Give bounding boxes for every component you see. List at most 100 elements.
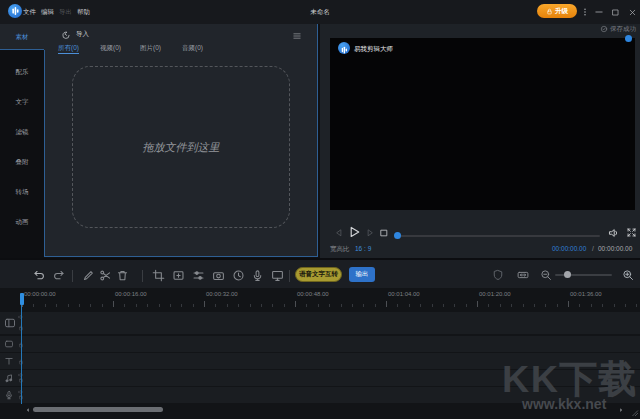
- duration-button[interactable]: [232, 269, 245, 282]
- playhead-line: [21, 305, 22, 404]
- ruler-tick: [68, 304, 69, 307]
- ruler-tick: [568, 301, 569, 307]
- import-button[interactable]: 导入: [76, 28, 89, 40]
- dropzone[interactable]: 拖放文件到这里: [72, 66, 290, 228]
- edit-button[interactable]: [82, 269, 95, 282]
- media-tab-1[interactable]: 所有(0): [58, 43, 79, 54]
- ruler-tick: [409, 304, 410, 307]
- resize-grip-icon[interactable]: [629, 407, 639, 417]
- redo-button[interactable]: [52, 269, 65, 282]
- record-screen-button[interactable]: [271, 269, 284, 282]
- undo-button[interactable]: [33, 269, 46, 282]
- shield-button[interactable]: [492, 269, 504, 281]
- zoom-button[interactable]: [172, 269, 185, 282]
- timeline: 00:00:00.0000:00:16.0000:00:32.0000:00:4…: [0, 288, 640, 419]
- ruler-tick: [545, 304, 546, 307]
- ruler-tick: [443, 304, 444, 307]
- ruler-tick: [90, 304, 91, 307]
- preview-logo-icon: [338, 42, 350, 54]
- seek-handle[interactable]: [394, 232, 401, 239]
- next-frame-icon[interactable]: [365, 228, 375, 238]
- media-tab-4[interactable]: 音频(0): [182, 43, 203, 54]
- minimize-icon[interactable]: [593, 0, 605, 24]
- upgrade-button[interactable]: 升级: [537, 4, 577, 18]
- seek-bar[interactable]: [395, 235, 600, 237]
- fullscreen-icon[interactable]: [626, 227, 637, 238]
- crop-button[interactable]: [152, 269, 165, 282]
- zoom-in-button[interactable]: [622, 269, 634, 281]
- close-icon[interactable]: [626, 0, 638, 24]
- sidebar-item-6[interactable]: 转场: [0, 187, 44, 196]
- ruler-tick: [397, 304, 398, 307]
- ruler-tick: [147, 304, 148, 307]
- speech-text-button[interactable]: 语音文字互转: [295, 267, 342, 282]
- resize-handle-dot[interactable]: [625, 35, 632, 42]
- ruler-label: 00:01:36.00: [570, 291, 602, 297]
- ruler-tick: [557, 304, 558, 307]
- menu-1[interactable]: 文件: [23, 0, 36, 24]
- sidebar-item-2[interactable]: 配乐: [0, 67, 44, 76]
- ruler-tick: [454, 304, 455, 307]
- ruler-tick: [33, 304, 34, 307]
- preview-logo-text: 易我剪辑大师: [354, 45, 393, 54]
- ruler-tick: [636, 304, 637, 307]
- sidebar-item-4[interactable]: 滤镜: [0, 127, 44, 136]
- menu-3: 导出: [59, 0, 72, 24]
- play-icon[interactable]: [347, 225, 361, 239]
- more-menu-icon[interactable]: [580, 0, 590, 24]
- adjust-button[interactable]: [192, 269, 205, 282]
- lock-icon: [546, 8, 553, 15]
- scrollbar-thumb[interactable]: [33, 407, 163, 412]
- time-current: 00:00:00.00: [552, 244, 586, 254]
- ruler-tick: [363, 304, 364, 307]
- fit-timeline-button[interactable]: [517, 269, 529, 281]
- list-view-icon[interactable]: [292, 31, 302, 41]
- voiceover-button[interactable]: [251, 269, 264, 282]
- ruler-tick: [124, 304, 125, 307]
- delete-button[interactable]: [116, 269, 129, 282]
- export-button[interactable]: 输出: [349, 267, 375, 282]
- save-status: 保存成功: [600, 24, 636, 34]
- sidebar-item-1[interactable]: 素材: [0, 24, 44, 50]
- ruler-tick: [466, 304, 467, 307]
- media-tab-3[interactable]: 图片(0): [140, 43, 161, 54]
- voiceover-track-icon: [4, 390, 14, 400]
- ruler-tick: [170, 304, 171, 307]
- sidebar-item-3[interactable]: 文字: [0, 97, 44, 106]
- ruler-tick: [534, 304, 535, 307]
- prev-frame-icon[interactable]: [334, 228, 344, 238]
- aspect-ratio-value[interactable]: 16 : 9: [355, 244, 371, 254]
- media-tab-2[interactable]: 视频(0): [100, 43, 121, 54]
- volume-icon[interactable]: [608, 227, 620, 239]
- scroll-left-icon[interactable]: [25, 407, 31, 413]
- ruler-tick: [488, 304, 489, 307]
- scroll-right-icon[interactable]: [618, 407, 624, 413]
- ruler-tick: [284, 304, 285, 307]
- ruler-tick: [204, 301, 205, 307]
- sidebar-item-5[interactable]: 叠附: [0, 157, 44, 166]
- split-button[interactable]: [99, 269, 112, 282]
- time-total: 00:00:00.00: [598, 244, 632, 254]
- ruler-tick: [375, 304, 376, 307]
- time-separator: /: [592, 244, 594, 254]
- dropzone-text: 拖放文件到这里: [143, 140, 220, 155]
- video-track-icon: [4, 317, 16, 329]
- ruler-tick: [45, 304, 46, 307]
- stop-icon[interactable]: [379, 228, 389, 238]
- snapshot-button[interactable]: [212, 269, 225, 282]
- ruler-tick: [215, 304, 216, 307]
- ruler-label: 00:01:04.00: [388, 291, 420, 297]
- music-track-icon: [4, 373, 14, 383]
- maximize-icon[interactable]: [609, 0, 621, 24]
- video-track[interactable]: [0, 312, 640, 334]
- video-preview[interactable]: 易我剪辑大师: [330, 38, 635, 210]
- pip-track[interactable]: [0, 336, 640, 352]
- menu-2[interactable]: 编辑: [41, 0, 54, 24]
- playhead-handle[interactable]: [20, 293, 24, 305]
- ruler-tick: [386, 301, 387, 307]
- zoom-out-button[interactable]: [540, 269, 552, 281]
- timeline-zoom-handle[interactable]: [564, 271, 571, 278]
- menu-4[interactable]: 帮助: [77, 0, 90, 24]
- ruler-tick: [602, 304, 603, 307]
- sidebar-item-7[interactable]: 动画: [0, 217, 44, 226]
